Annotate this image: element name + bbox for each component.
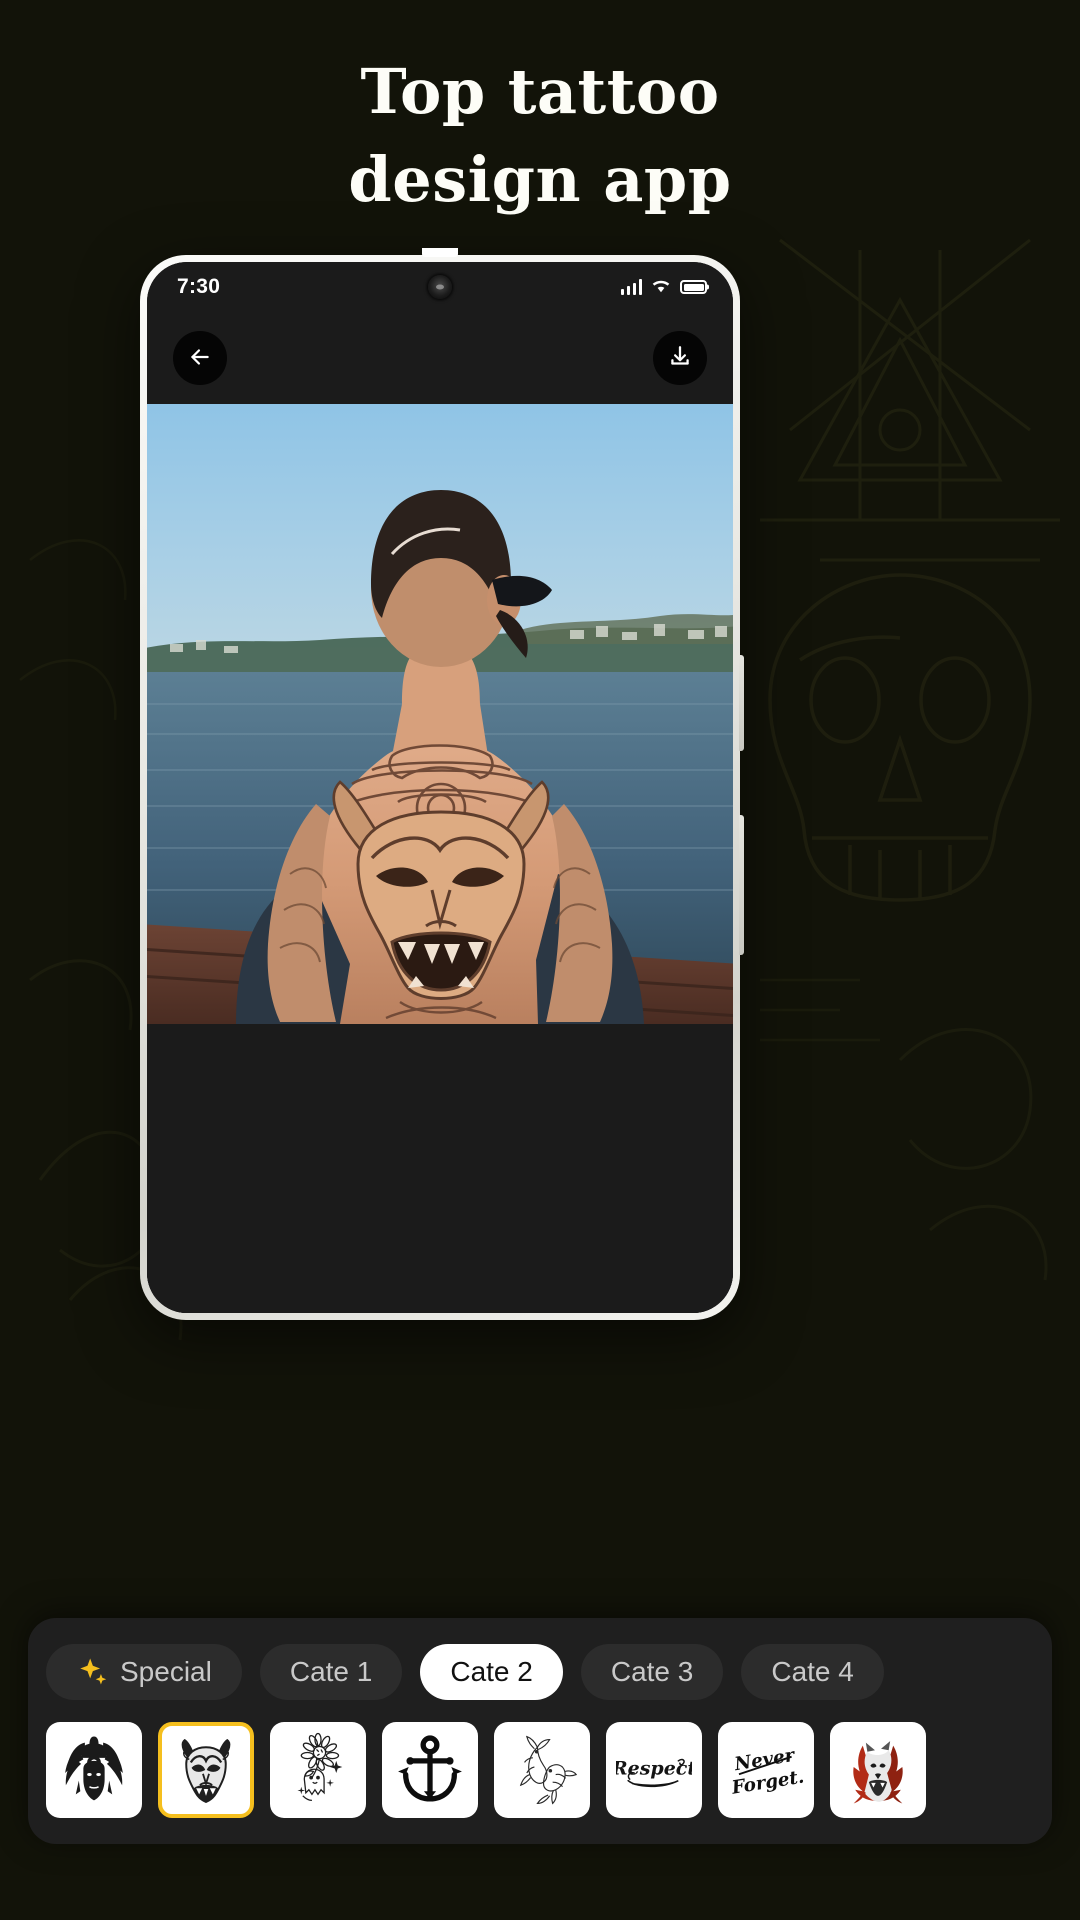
category-tabs: Special Cate 1 Cate 2 Cate 3 Cate 4 — [28, 1644, 1052, 1700]
design-thumbnail-flower-ghost[interactable] — [270, 1722, 366, 1818]
category-tab-cate-3[interactable]: Cate 3 — [580, 1644, 724, 1700]
tattoo-preview-photo[interactable] — [147, 404, 733, 1024]
design-thumbnail-list: Respect Never Forget. — [28, 1700, 1052, 1818]
picker-panel: Special Cate 1 Cate 2 Cate 3 Cate 4 Resp… — [28, 1618, 1052, 1844]
category-tab-label: Cate 3 — [610, 1656, 694, 1687]
page-title-line-1: Top tattoo — [360, 55, 720, 128]
download-icon — [667, 344, 693, 373]
koi-fish-icon — [519, 1735, 578, 1805]
sparkle-icon — [76, 1655, 110, 1689]
anchor-icon — [398, 1735, 462, 1802]
never-forget-lettering-icon: Never Forget. — [729, 1745, 804, 1799]
category-tab-label: Special — [120, 1656, 212, 1687]
red-wolf-icon — [853, 1741, 903, 1804]
design-thumbnail-hannya-oni-mask[interactable] — [158, 1722, 254, 1818]
wifi-icon — [651, 277, 671, 298]
category-tab-special[interactable]: Special — [46, 1644, 242, 1700]
svg-text:Respect: Respect — [616, 1758, 692, 1780]
status-bar: 7:30 — [147, 262, 733, 312]
page-title-line-2: design app — [348, 143, 732, 216]
status-bar-icons — [620, 277, 707, 298]
promo-page: Top tattoo design app 7:30 Special Cate … — [0, 0, 1080, 1920]
status-bar-clock: 7:30 — [177, 275, 221, 298]
category-tab-label: Cate 2 — [450, 1656, 533, 1687]
category-tab-cate-4[interactable]: Cate 4 — [741, 1644, 884, 1700]
battery-full-icon — [680, 280, 707, 294]
design-thumbnail-native-chief-headdress[interactable] — [46, 1722, 142, 1818]
app-screen: 7:30 — [147, 262, 733, 1313]
app-toolbar — [147, 312, 733, 404]
phone-speaker-slot — [422, 248, 458, 257]
hannya-oni-mask-icon — [181, 1738, 231, 1803]
phone-volume-button — [739, 655, 744, 751]
respect-lettering-icon: Respect — [616, 1758, 692, 1788]
category-tab-cate-2[interactable]: Cate 2 — [420, 1644, 563, 1700]
phone-mockup: 7:30 — [140, 248, 744, 1320]
design-thumbnail-respect-lettering[interactable]: Respect — [606, 1722, 702, 1818]
download-button[interactable] — [653, 331, 707, 385]
native-chief-headdress-icon — [65, 1736, 123, 1801]
category-tab-label: Cate 1 — [289, 1656, 373, 1687]
cellular-signal-icon — [620, 279, 642, 295]
design-thumbnail-red-wolf[interactable] — [830, 1722, 926, 1818]
design-thumbnail-anchor[interactable] — [382, 1722, 478, 1818]
phone-screen-bezel: 7:30 — [147, 262, 733, 1313]
back-button[interactable] — [173, 331, 227, 385]
page-title: Top tattoo design app — [0, 48, 1080, 224]
design-thumbnail-never-forget-lettering[interactable]: Never Forget. — [718, 1722, 814, 1818]
front-camera-icon — [428, 275, 452, 299]
design-thumbnail-koi-fish[interactable] — [494, 1722, 590, 1818]
phone-power-button — [739, 815, 744, 955]
category-tab-label: Cate 4 — [771, 1656, 854, 1687]
category-tab-cate-1[interactable]: Cate 1 — [259, 1644, 403, 1700]
tattoo-preview-area — [147, 404, 733, 1313]
arrow-left-icon — [187, 344, 213, 373]
flower-ghost-icon — [297, 1732, 343, 1802]
